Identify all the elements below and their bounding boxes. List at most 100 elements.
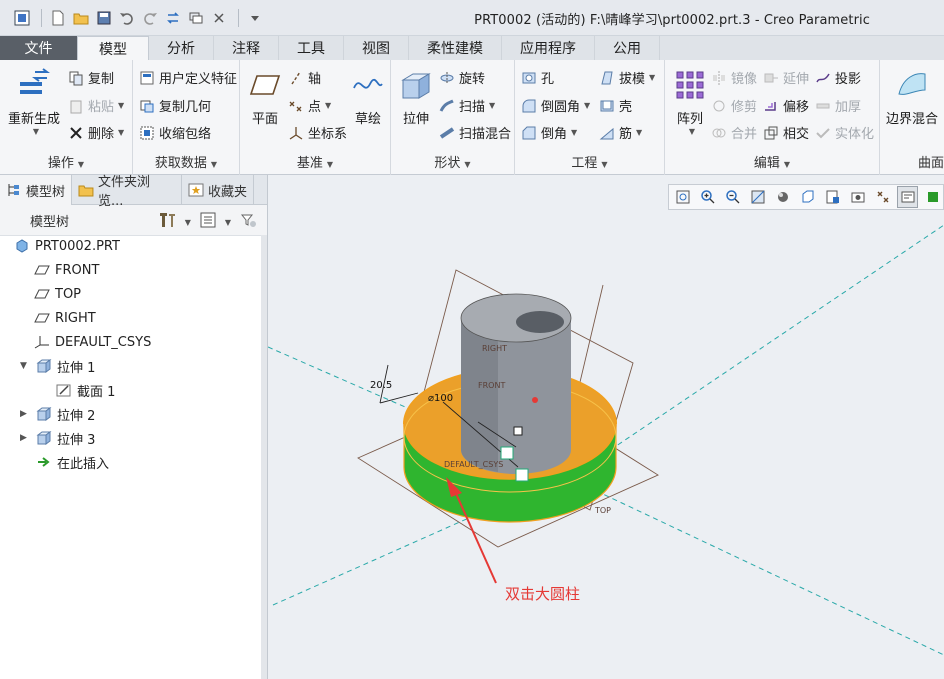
rib-button[interactable]: 筋 ▼ — [599, 123, 642, 142]
point-button[interactable]: 点 ▼ — [288, 96, 331, 115]
paste-button[interactable]: 粘贴 ▼ — [68, 96, 124, 115]
tab-file[interactable]: 文件 — [0, 36, 77, 60]
repaint-icon[interactable] — [748, 186, 769, 208]
group-label-surfaces[interactable]: 曲面 — [880, 152, 944, 171]
saved-orientations-icon[interactable] — [798, 186, 819, 208]
group-label-editing[interactable]: 编辑 ▼ — [665, 152, 879, 171]
sketch-button[interactable]: 草绘 — [351, 68, 385, 127]
customize-dropdown-icon[interactable] — [245, 8, 265, 28]
extrude-button[interactable]: 拉伸 — [399, 68, 433, 127]
datum-display-icon[interactable] — [872, 186, 893, 208]
close-window-icon[interactable] — [209, 8, 229, 28]
tree-item-extrude-3[interactable]: ▶ 拉伸 3 — [20, 428, 95, 448]
tree-item-extrude-1[interactable]: ▼ 拉伸 1 — [20, 356, 95, 376]
settings-dropdown-icon[interactable]: ▼ — [185, 218, 191, 227]
tree-item-insert-here[interactable]: 在此插入 — [36, 452, 109, 472]
perspective-icon[interactable] — [847, 186, 868, 208]
save-icon[interactable] — [94, 8, 114, 28]
regenerate-dropdown-icon[interactable]: ▼ — [33, 127, 39, 136]
collapse-toggle[interactable]: ▼ — [20, 361, 30, 371]
boundary-blend-button[interactable]: 边界混合 — [886, 68, 938, 127]
annotation-display-icon[interactable] — [897, 186, 919, 208]
tab-flexible-modeling[interactable]: 柔性建模 — [409, 36, 502, 60]
mirror-button[interactable]: 镜像 — [711, 68, 757, 87]
csys-button[interactable]: 坐标系 — [288, 123, 347, 142]
tab-model-tree[interactable]: 模型树 — [0, 175, 73, 205]
open-folder-icon[interactable] — [71, 8, 91, 28]
group-label-operations[interactable]: 操作 ▼ — [0, 152, 132, 171]
tree-item-top[interactable]: TOP — [34, 284, 81, 304]
tab-annotate[interactable]: 注释 — [214, 36, 279, 60]
round-button[interactable]: 倒圆角 ▼ — [521, 96, 590, 115]
plane-button[interactable]: 平面 — [248, 68, 282, 127]
copy-button[interactable]: 复制 — [68, 68, 114, 87]
solidify-button[interactable]: 实体化 — [815, 123, 874, 142]
tab-favorites[interactable]: 收藏夹 — [182, 175, 255, 205]
revolve-button[interactable]: 旋转 — [439, 68, 485, 87]
redo-icon[interactable] — [140, 8, 160, 28]
expand-toggle[interactable]: ▶ — [20, 433, 30, 443]
group-label-engineering[interactable]: 工程 ▼ — [515, 152, 664, 171]
trim-button[interactable]: 修剪 — [711, 96, 757, 115]
tree-item-default-csys[interactable]: DEFAULT_CSYS — [34, 332, 151, 352]
tree-item-extrude-2[interactable]: ▶ 拉伸 2 — [20, 404, 95, 424]
show-dropdown-icon[interactable]: ▼ — [225, 218, 231, 227]
windows-icon[interactable] — [186, 8, 206, 28]
extend-button[interactable]: 延伸 — [763, 68, 809, 87]
dim-thickness[interactable]: 20.5 — [370, 380, 392, 391]
csys-marker-icon[interactable] — [515, 468, 529, 482]
regenerate-icon[interactable] — [163, 8, 183, 28]
tree-item-right[interactable]: RIGHT — [34, 308, 96, 328]
intersect-button[interactable]: 相交 — [763, 123, 809, 142]
swept-blend-button[interactable]: 扫描混合 — [439, 123, 511, 142]
new-file-icon[interactable] — [48, 8, 68, 28]
drag-handle[interactable] — [513, 426, 523, 436]
undo-icon[interactable] — [117, 8, 137, 28]
pattern-button[interactable]: 阵列 ▼ — [673, 68, 707, 136]
hole-button[interactable]: 孔 — [521, 68, 554, 87]
view-manager-icon[interactable] — [822, 186, 843, 208]
tab-model[interactable]: 模型 — [77, 36, 149, 60]
settings-tools-icon[interactable] — [157, 211, 177, 233]
tree-item-part[interactable]: PRT0002.PRT — [14, 236, 120, 256]
regenerate-button[interactable]: 重新生成 ▼ — [8, 68, 60, 136]
udf-button[interactable]: 用户定义特征 — [139, 68, 237, 87]
tab-folder-browser[interactable]: 文件夹浏览... — [72, 175, 183, 209]
zoom-in-icon[interactable] — [698, 186, 719, 208]
group-label-shapes[interactable]: 形状 ▼ — [391, 152, 514, 171]
tab-view[interactable]: 视图 — [344, 36, 409, 60]
tab-applications[interactable]: 应用程序 — [502, 36, 595, 60]
zoom-out-icon[interactable] — [723, 186, 744, 208]
copy-geometry-button[interactable]: 复制几何 — [139, 96, 211, 115]
tab-common[interactable]: 公用 — [595, 36, 660, 60]
merge-button[interactable]: 合并 — [711, 123, 757, 142]
project-button[interactable]: 投影 — [815, 68, 861, 87]
thicken-button[interactable]: 加厚 — [815, 96, 861, 115]
group-label-datum[interactable]: 基准 ▼ — [240, 152, 390, 171]
offset-button[interactable]: 偏移 — [763, 96, 809, 115]
model-scene[interactable]: 20.5 ⌀100 RIGHT FRONT DEFAULT_CSYS TOP — [268, 175, 944, 679]
spin-center-icon[interactable] — [922, 186, 943, 208]
tab-analysis[interactable]: 分析 — [149, 36, 214, 60]
csys-marker-icon[interactable] — [500, 446, 514, 460]
chamfer-button[interactable]: 倒角 ▼ — [521, 123, 577, 142]
dim-diameter[interactable]: ⌀100 — [428, 393, 453, 404]
tree-item-front[interactable]: FRONT — [34, 260, 99, 280]
tab-tools[interactable]: 工具 — [279, 36, 344, 60]
shell-button[interactable]: 壳 — [599, 96, 632, 115]
tree-item-section-1[interactable]: 截面 1 — [56, 380, 115, 400]
draft-button[interactable]: 拔模 ▼ — [599, 68, 655, 87]
refit-icon[interactable] — [673, 186, 694, 208]
sweep-button[interactable]: 扫描 ▼ — [439, 96, 495, 115]
tree-scrollbar[interactable] — [261, 235, 267, 679]
pattern-dropdown-icon[interactable]: ▼ — [689, 127, 695, 136]
graphics-window[interactable]: 20.5 ⌀100 RIGHT FRONT DEFAULT_CSYS TOP 双… — [268, 175, 944, 679]
axis-button[interactable]: 轴 — [288, 68, 321, 87]
window-icon[interactable] — [12, 8, 32, 28]
delete-button[interactable]: 删除 ▼ — [68, 123, 124, 142]
filter-icon[interactable] — [239, 211, 257, 233]
shrinkwrap-button[interactable]: 收缩包络 — [139, 123, 211, 142]
group-label-get-data[interactable]: 获取数据 ▼ — [133, 152, 239, 171]
show-columns-icon[interactable] — [199, 211, 217, 233]
display-style-icon[interactable] — [773, 186, 794, 208]
